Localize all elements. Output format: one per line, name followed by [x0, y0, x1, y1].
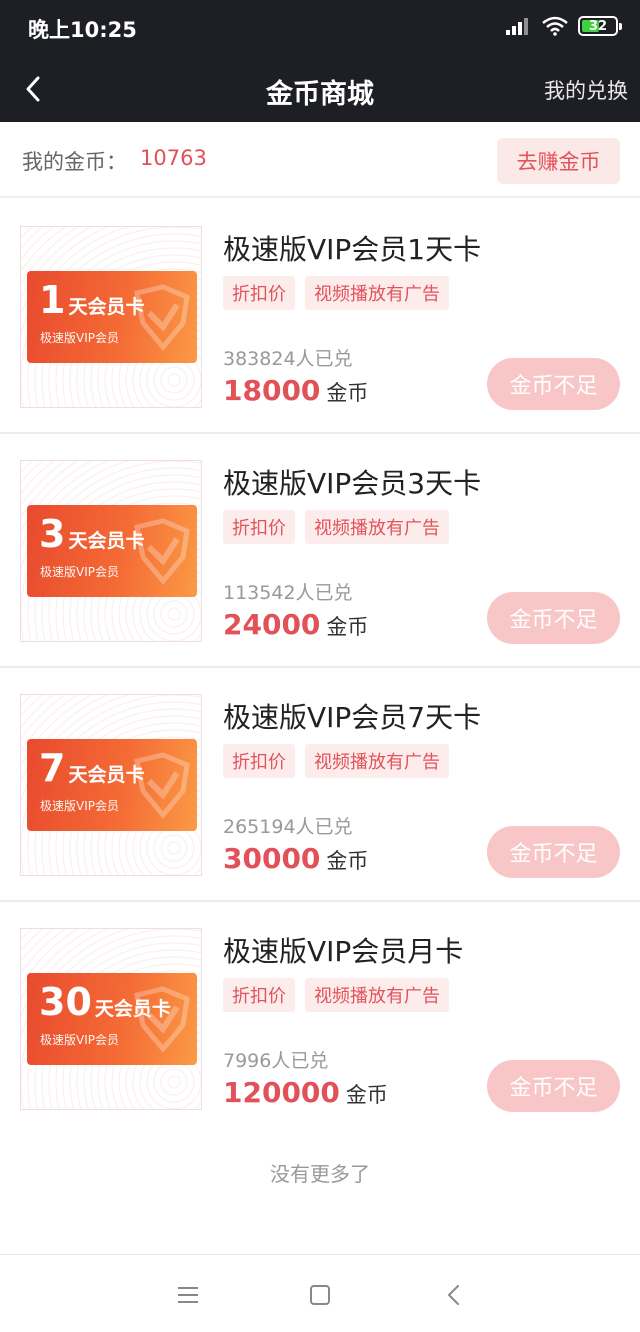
badge-number: 7 — [39, 746, 66, 790]
back-triangle-icon[interactable] — [440, 1281, 468, 1309]
nav-bar: 金币商城 我的兑换 — [0, 56, 640, 122]
product-thumbnail: 30 天会员卡 极速版VIP会员 — [20, 928, 202, 1110]
price-unit: 金币 — [326, 615, 369, 639]
product-thumbnail: 3 天会员卡 极速版VIP会员 — [20, 460, 202, 642]
badge-subtitle: 极速版VIP会员 — [40, 799, 119, 813]
price: 18000 金币 — [223, 374, 368, 407]
vip-card-badge: 3 天会员卡 极速版VIP会员 — [27, 505, 197, 597]
system-nav-bar — [0, 1254, 640, 1332]
insufficient-coins-button[interactable]: 金币不足 — [487, 826, 620, 878]
battery-icon: 32 — [578, 16, 622, 36]
product-title: 极速版VIP会员3天卡 — [223, 467, 482, 500]
status-time: 晚上10:25 — [28, 18, 137, 42]
status-icons: 32 — [506, 16, 622, 36]
my-exchanges-link[interactable]: 我的兑换 — [544, 75, 628, 105]
product-item[interactable]: 1 天会员卡 极速版VIP会员 极速版VIP会员1天卡 折扣价 视频播放有广告 3… — [0, 200, 640, 434]
insufficient-coins-button[interactable]: 金币不足 — [487, 358, 620, 410]
vip-logo-icon — [134, 284, 190, 351]
product-thumbnail: 7 天会员卡 极速版VIP会员 — [20, 694, 202, 876]
badge-subtitle: 极速版VIP会员 — [40, 1033, 119, 1047]
no-more-text: 没有更多了 — [270, 1162, 370, 1186]
product-tags: 折扣价 视频播放有广告 — [223, 744, 449, 778]
tag-ads: 视频播放有广告 — [305, 510, 449, 544]
tag-ads: 视频播放有广告 — [305, 744, 449, 778]
home-square-icon[interactable] — [306, 1281, 334, 1309]
coins-bar: 我的金币： 10763 去赚金币 — [0, 122, 640, 198]
product-item[interactable]: 30 天会员卡 极速版VIP会员 极速版VIP会员月卡 折扣价 视频播放有广告 7… — [0, 902, 640, 1136]
menu-icon[interactable] — [174, 1281, 202, 1309]
badge-number: 30 — [39, 980, 92, 1024]
earn-coins-button[interactable]: 去赚金币 — [497, 138, 620, 184]
badge-subtitle: 极速版VIP会员 — [40, 331, 119, 345]
sold-count: 383824人已兑 — [223, 348, 353, 370]
product-title: 极速版VIP会员1天卡 — [223, 233, 482, 266]
price: 30000 金币 — [223, 842, 368, 875]
sold-count: 7996人已兑 — [223, 1050, 329, 1072]
insufficient-coins-button[interactable]: 金币不足 — [487, 592, 620, 644]
vip-card-badge: 7 天会员卡 极速版VIP会员 — [27, 739, 197, 831]
price-unit: 金币 — [345, 1083, 388, 1107]
product-thumbnail: 1 天会员卡 极速版VIP会员 — [20, 226, 202, 408]
coins-value: 10763 — [140, 146, 207, 170]
sold-count: 113542人已兑 — [223, 582, 353, 604]
status-bar: 晚上10:25 32 — [0, 0, 640, 56]
vip-logo-icon — [134, 752, 190, 819]
vip-card-badge: 30 天会员卡 极速版VIP会员 — [27, 973, 197, 1065]
product-tags: 折扣价 视频播放有广告 — [223, 978, 449, 1012]
badge-number: 1 — [39, 278, 66, 322]
insufficient-coins-button[interactable]: 金币不足 — [487, 1060, 620, 1112]
tag-discount: 折扣价 — [223, 276, 295, 310]
coins-label: 我的金币： — [22, 150, 127, 174]
vip-logo-icon — [134, 518, 190, 585]
product-item[interactable]: 7 天会员卡 极速版VIP会员 极速版VIP会员7天卡 折扣价 视频播放有广告 2… — [0, 668, 640, 902]
price-unit: 金币 — [326, 381, 369, 405]
price-value: 18000 — [223, 374, 321, 407]
price-value: 30000 — [223, 842, 321, 875]
signal-icon — [506, 17, 532, 35]
product-title: 极速版VIP会员7天卡 — [223, 701, 482, 734]
tag-ads: 视频播放有广告 — [305, 276, 449, 310]
price-unit: 金币 — [326, 849, 369, 873]
wifi-icon — [542, 16, 568, 36]
vip-logo-icon — [134, 986, 190, 1053]
tag-discount: 折扣价 — [223, 744, 295, 778]
price-value: 24000 — [223, 608, 321, 641]
product-item[interactable]: 3 天会员卡 极速版VIP会员 极速版VIP会员3天卡 折扣价 视频播放有广告 1… — [0, 434, 640, 668]
badge-number: 3 — [39, 512, 66, 556]
badge-subtitle: 极速版VIP会员 — [40, 565, 119, 579]
sold-count: 265194人已兑 — [223, 816, 353, 838]
tag-discount: 折扣价 — [223, 978, 295, 1012]
price: 120000 金币 — [223, 1076, 388, 1109]
product-list: 1 天会员卡 极速版VIP会员 极速版VIP会员1天卡 折扣价 视频播放有广告 3… — [0, 200, 640, 1136]
tag-ads: 视频播放有广告 — [305, 978, 449, 1012]
battery-level: 32 — [588, 18, 608, 34]
vip-card-badge: 1 天会员卡 极速版VIP会员 — [27, 271, 197, 363]
price-value: 120000 — [223, 1076, 340, 1109]
product-title: 极速版VIP会员月卡 — [223, 935, 464, 968]
product-tags: 折扣价 视频播放有广告 — [223, 276, 449, 310]
price: 24000 金币 — [223, 608, 368, 641]
tag-discount: 折扣价 — [223, 510, 295, 544]
product-tags: 折扣价 视频播放有广告 — [223, 510, 449, 544]
